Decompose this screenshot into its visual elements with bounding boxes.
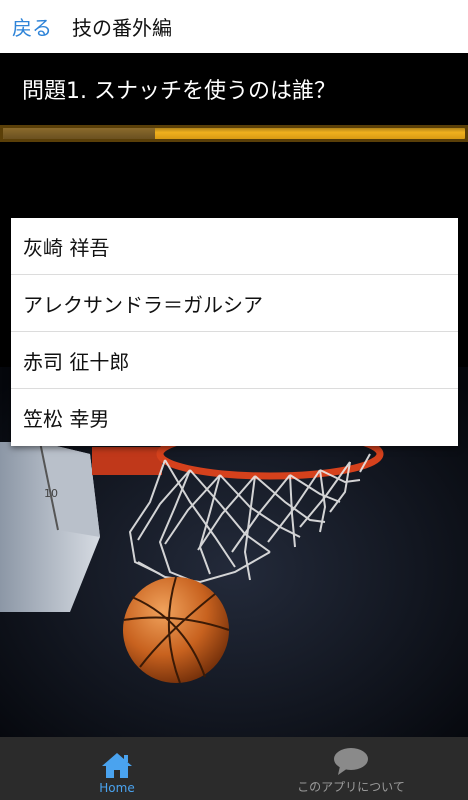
answer-list: 灰崎 祥吾 アレクサンドラ＝ガルシア 赤司 征十郎 笠松 幸男 <box>11 218 458 446</box>
nav-home-label: Home <box>99 781 135 795</box>
backboard-digits: 10 <box>44 487 58 500</box>
answer-option-4[interactable]: 笠松 幸男 <box>11 389 458 446</box>
answer-option-2[interactable]: アレクサンドラ＝ガルシア <box>11 275 458 332</box>
progress-track <box>3 128 465 139</box>
answer-option-1[interactable]: 灰崎 祥吾 <box>11 218 458 275</box>
speech-bubble-icon <box>334 748 368 775</box>
answer-option-3[interactable]: 赤司 征十郎 <box>11 332 458 389</box>
app-header: 戻る 技の番外編 <box>0 0 468 53</box>
progress-fill <box>3 128 156 139</box>
question-text: 問題1. スナッチを使うのは誰？ <box>22 79 336 104</box>
quiz-progress-bar <box>0 125 468 142</box>
nav-about-label: このアプリについて <box>297 780 405 794</box>
nav-home[interactable]: Home <box>0 737 234 800</box>
bottom-nav: Home このアプリについて <box>0 737 468 800</box>
page-title: 技の番外編 <box>72 16 172 40</box>
basketball <box>123 577 229 683</box>
back-button[interactable]: 戻る <box>0 12 66 41</box>
question-bar: 問題1. スナッチを使うのは誰？ <box>0 53 468 125</box>
home-icon <box>102 753 132 778</box>
nav-about[interactable]: このアプリについて <box>234 737 468 800</box>
